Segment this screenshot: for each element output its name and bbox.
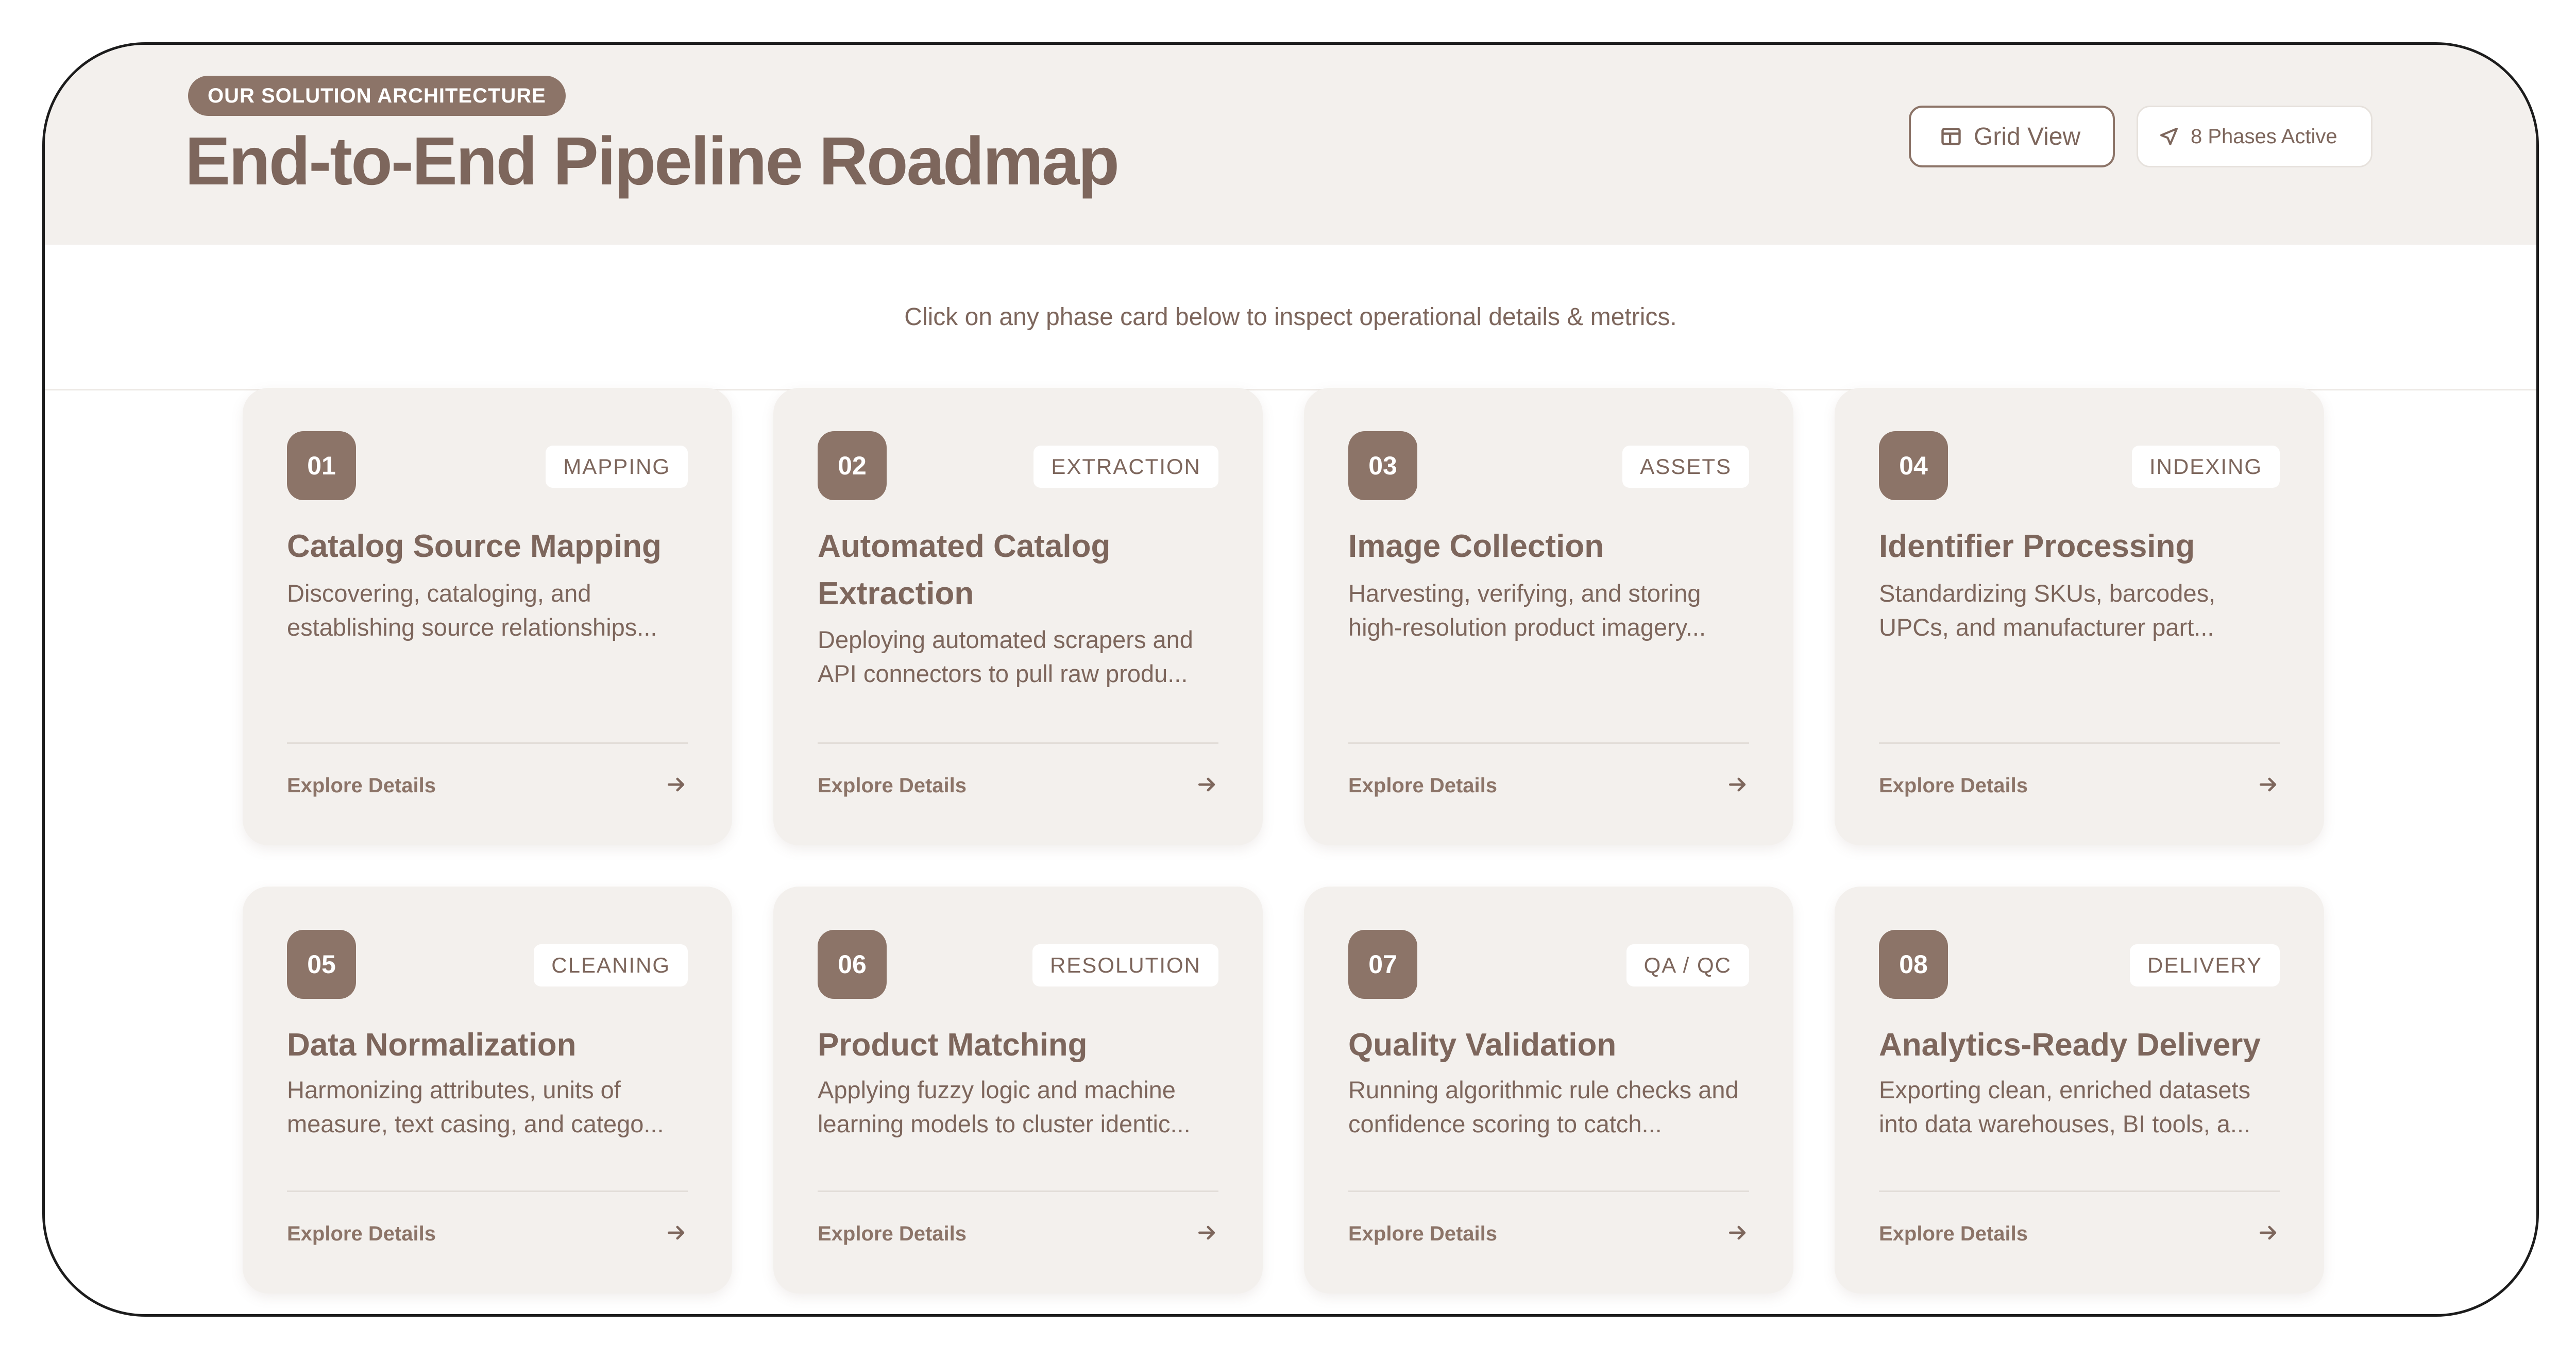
explore-details-link[interactable]: Explore Details — [1879, 1222, 2028, 1246]
arrow-right-icon[interactable] — [665, 773, 688, 796]
arrow-right-icon[interactable] — [2257, 773, 2280, 796]
phase-description: Harmonizing attributes, units of measure… — [287, 1076, 664, 1137]
card-divider — [818, 1190, 1218, 1192]
phase-number: 03 — [1348, 431, 1417, 500]
phase-description: Harvesting, verifying, and storing high-… — [1348, 580, 1706, 641]
phase-tag: DELIVERY — [2130, 944, 2280, 986]
phase-description: Deploying automated scrapers and API con… — [818, 626, 1193, 687]
card-divider — [1348, 1190, 1749, 1192]
phase-number: 06 — [818, 930, 887, 999]
phase-tag: RESOLUTION — [1032, 944, 1218, 986]
phase-number: 08 — [1879, 930, 1948, 999]
card-divider — [287, 1190, 688, 1192]
phase-card[interactable]: 04 INDEXING Identifier Processing Standa… — [1835, 388, 2324, 845]
arrow-right-icon[interactable] — [1726, 773, 1749, 796]
explore-details-link[interactable]: Explore Details — [287, 774, 436, 797]
phase-card[interactable]: 08 DELIVERY Analytics-Ready Delivery Exp… — [1835, 887, 2324, 1294]
explore-details-link[interactable]: Explore Details — [818, 1222, 967, 1246]
phase-description: Discovering, cataloging, and establishin… — [287, 580, 657, 641]
phase-tag: ASSETS — [1622, 446, 1749, 488]
phase-description: Running algorithmic rule checks and conf… — [1348, 1076, 1739, 1137]
phase-title: Product Matching — [818, 1027, 1088, 1063]
explore-details-link[interactable]: Explore Details — [1348, 774, 1497, 797]
phase-card[interactable]: 01 MAPPING Catalog Source Mapping Discov… — [243, 388, 732, 845]
explore-details-link[interactable]: Explore Details — [287, 1222, 436, 1246]
phase-title: Catalog Source Mapping — [287, 529, 662, 564]
card-divider — [818, 742, 1218, 744]
card-divider — [287, 742, 688, 744]
arrow-right-icon[interactable] — [1196, 1221, 1218, 1244]
phase-description: Exporting clean, enriched datasets into … — [1879, 1076, 2251, 1137]
phase-description: Standardizing SKUs, barcodes, UPCs, and … — [1879, 580, 2216, 641]
phase-tag: CLEANING — [534, 944, 688, 986]
phase-number: 05 — [287, 930, 356, 999]
phase-title: Quality Validation — [1348, 1027, 1617, 1063]
phase-number: 07 — [1348, 930, 1417, 999]
phase-number: 04 — [1879, 431, 1948, 500]
phase-card[interactable]: 03 ASSETS Image Collection Harvesting, v… — [1304, 388, 1793, 845]
phase-card[interactable]: 05 CLEANING Data Normalization Harmonizi… — [243, 887, 732, 1294]
phase-tag: EXTRACTION — [1033, 446, 1218, 488]
arrow-right-icon[interactable] — [1196, 773, 1218, 796]
app-frame: OUR SOLUTION ARCHITECTURE End-to-End Pip… — [42, 42, 2539, 1317]
phase-tag: QA / QC — [1626, 944, 1749, 986]
phase-tag: INDEXING — [2131, 446, 2280, 488]
arrow-right-icon[interactable] — [2257, 1221, 2280, 1244]
phase-title: Identifier Processing — [1879, 529, 2195, 564]
phase-card[interactable]: 02 EXTRACTION Automated Catalog Extracti… — [773, 388, 1263, 845]
phase-card[interactable]: 06 RESOLUTION Product Matching Applying … — [773, 887, 1263, 1294]
phase-tag: MAPPING — [546, 446, 688, 488]
phase-number: 01 — [287, 431, 356, 500]
phase-number: 02 — [818, 431, 887, 500]
phase-grid: 01 MAPPING Catalog Source Mapping Discov… — [45, 45, 2536, 1314]
card-divider — [1348, 742, 1749, 744]
arrow-right-icon[interactable] — [665, 1221, 688, 1244]
phase-card[interactable]: 07 QA / QC Quality Validation Running al… — [1304, 887, 1793, 1294]
explore-details-link[interactable]: Explore Details — [818, 774, 967, 797]
phase-title: Data Normalization — [287, 1027, 577, 1063]
arrow-right-icon[interactable] — [1726, 1221, 1749, 1244]
phase-description: Applying fuzzy logic and machine learnin… — [818, 1076, 1191, 1137]
explore-details-link[interactable]: Explore Details — [1348, 1222, 1497, 1246]
card-divider — [1879, 742, 2280, 744]
explore-details-link[interactable]: Explore Details — [1879, 774, 2028, 797]
phase-title: Analytics-Ready Delivery — [1879, 1027, 2261, 1063]
phase-title: Image Collection — [1348, 529, 1604, 564]
card-divider — [1879, 1190, 2280, 1192]
phase-title: Automated Catalog Extraction — [818, 529, 1111, 611]
